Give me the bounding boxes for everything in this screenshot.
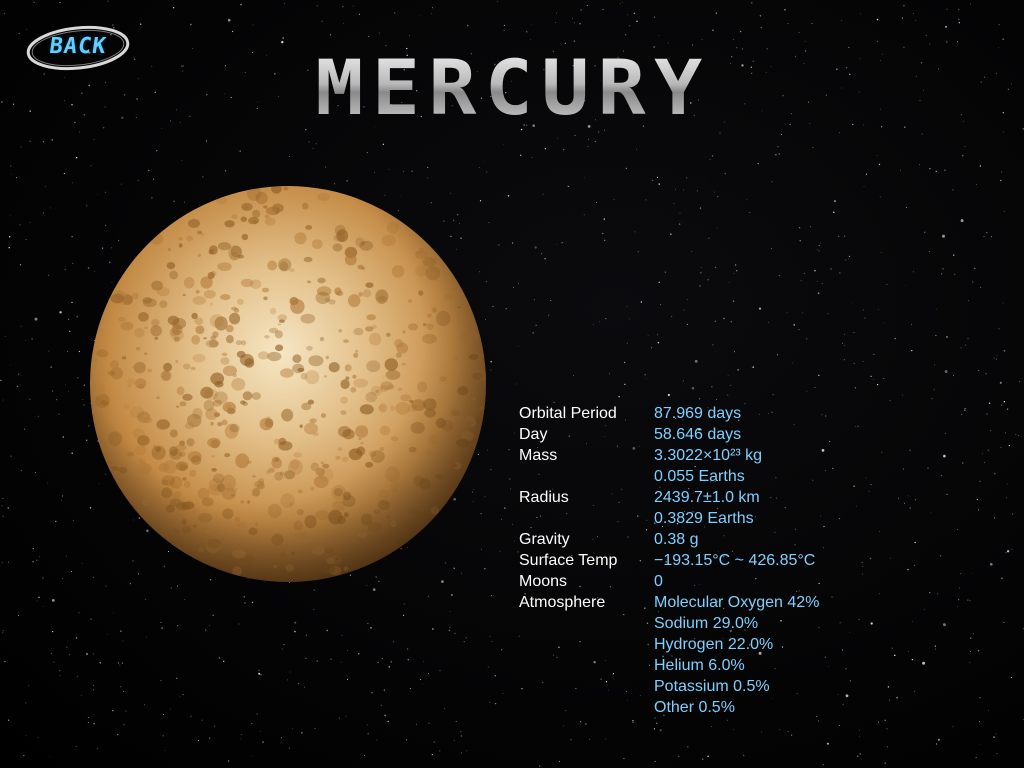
fact-label: Orbital Period (519, 405, 617, 422)
fact-value: 58.646 days (654, 426, 742, 443)
fact-row: Mass 3.3022×10²³ kg 0.055 Earths (519, 445, 899, 487)
space-background: BACK MERCURY Orbital Period 87.969 days … (0, 0, 1024, 768)
planet-facts-table: Orbital Period 87.969 days Day 58.646 days M… (519, 403, 899, 718)
fact-row: Radius 2439.7±1.0 km 0.3829 Earths (519, 487, 899, 529)
fact-value: 2439.7±1.0 km (654, 489, 760, 506)
fact-label: Surface Temp (519, 552, 618, 569)
fact-value: Potassium 0.5% (654, 678, 770, 695)
fact-value: 3.3022×10²³ kg (654, 447, 763, 464)
fact-label: Atmosphere (519, 594, 606, 611)
fact-values: Molecular Oxygen 42% Sodium 29.0% Hydrogen… (654, 592, 819, 718)
fact-values: 2439.7±1.0 km 0.3829 Earths (654, 487, 760, 529)
fact-value: Other 0.5% (654, 699, 735, 716)
fact-values: 0.38 g (654, 529, 698, 550)
fact-values: 87.969 days (654, 403, 741, 424)
fact-value: 87.969 days (654, 405, 742, 422)
fact-value: Helium 6.0% (654, 657, 745, 674)
fact-value: 0 (654, 573, 663, 590)
back-button[interactable]: BACK (24, 22, 132, 74)
fact-value: Molecular Oxygen 42% (654, 594, 820, 611)
fact-label: Mass (519, 447, 558, 464)
fact-value: 0.38 g (654, 531, 699, 548)
fact-value: Hydrogen 22.0% (654, 636, 774, 653)
fact-row: Orbital Period 87.969 days (519, 403, 899, 424)
fact-row: Moons 0 (519, 571, 899, 592)
fact-label: Gravity (519, 531, 570, 548)
fact-row: Gravity 0.38 g (519, 529, 899, 550)
fact-values: 3.3022×10²³ kg 0.055 Earths (654, 445, 762, 487)
back-button-label: BACK (47, 34, 109, 59)
fact-value: −193.15°C ~ 426.85°C (654, 552, 816, 569)
fact-value: Sodium 29.0% (654, 615, 759, 632)
fact-value: 0.055 Earths (654, 468, 745, 485)
fact-value: 0.3829 Earths (654, 510, 754, 527)
fact-values: −193.15°C ~ 426.85°C (654, 550, 815, 571)
fact-values: 58.646 days (654, 424, 741, 445)
page-title: MERCURY (264, 46, 762, 130)
fact-label: Moons (519, 573, 568, 590)
mercury-planet-image (88, 184, 488, 584)
fact-label: Radius (519, 489, 569, 506)
fact-row: Atmosphere Molecular Oxygen 42% Sodium 29.… (519, 592, 899, 718)
fact-values: 0 (654, 571, 663, 592)
fact-label: Day (519, 426, 548, 443)
fact-row: Day 58.646 days (519, 424, 899, 445)
fact-row: Surface Temp −193.15°C ~ 426.85°C (519, 550, 899, 571)
